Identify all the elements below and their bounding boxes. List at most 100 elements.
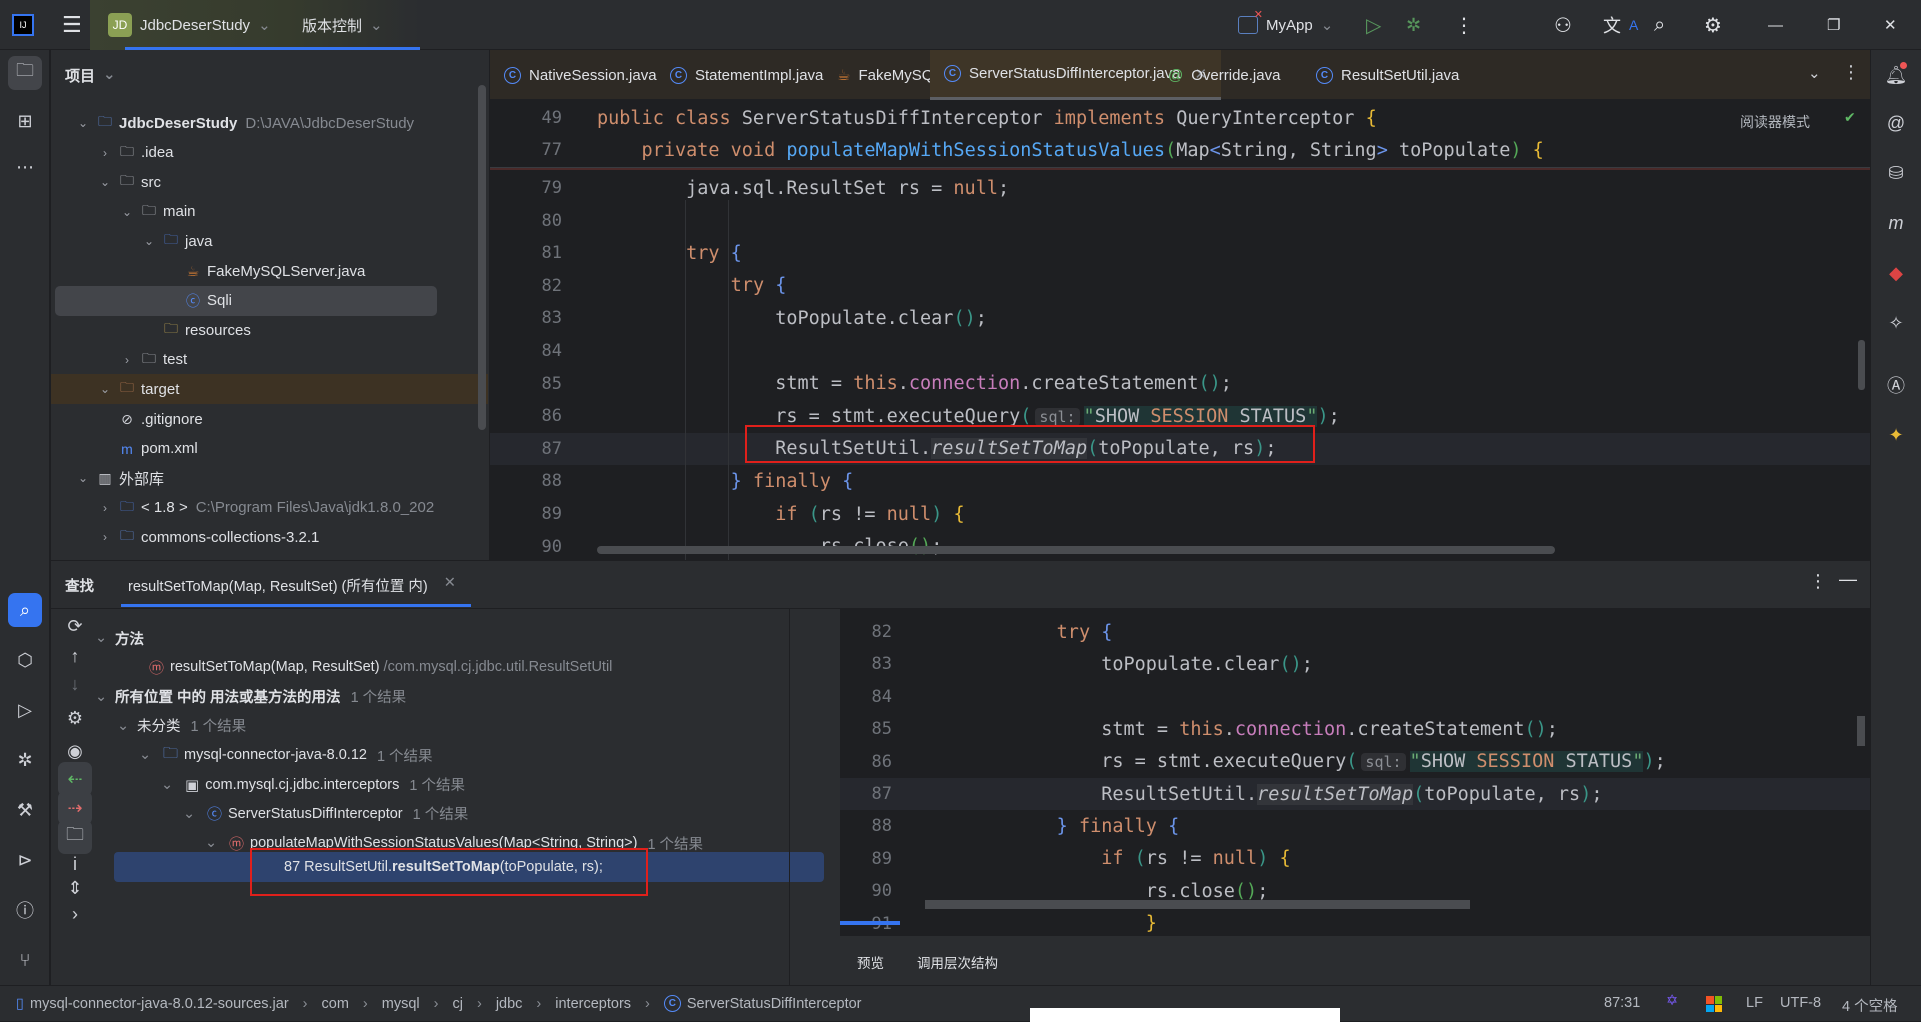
terminal-icon[interactable]: ⊳ — [8, 843, 42, 877]
find-tree-row[interactable]: ⌄ ⓒ ServerStatusDiffInterceptor 1 个结果 — [183, 799, 468, 829]
services-icon[interactable]: ⬡ — [8, 643, 42, 677]
next-occurrence-icon[interactable]: ↓ — [58, 667, 92, 701]
tab-override-java[interactable]: @ Override.java — [1154, 50, 1294, 100]
code-editor[interactable]: 49 public class ServerStatusDiffIntercept… — [490, 100, 1870, 560]
find-tab[interactable]: resultSetToMap(Map, ResultSet) (所有位置 内) ✕ — [128, 575, 456, 596]
line-separator[interactable]: LF — [1746, 995, 1763, 1011]
chevron-down-icon[interactable]: ⌄ — [205, 835, 225, 851]
run-icon[interactable]: ▷ — [1366, 0, 1381, 50]
vcs-menu[interactable]: 版本控制 ⌄ — [302, 0, 383, 50]
rerun-icon[interactable]: ⟳ — [58, 609, 92, 643]
chevron-down-icon[interactable]: ⌄ — [97, 175, 113, 189]
add-user-icon[interactable]: ⚇ — [1554, 0, 1572, 50]
find-tree-row[interactable]: ⓜ resultSetToMap(Map, ResultSet)/com.mysq… — [117, 652, 612, 682]
chevron-down-icon[interactable]: ⌄ — [117, 718, 137, 734]
minimize-icon[interactable]: — — [1768, 0, 1783, 50]
tab-more-icon[interactable]: ⋮ — [1842, 62, 1860, 83]
breadcrumb-item[interactable]: cj — [452, 996, 462, 1012]
line-number[interactable]: 89 — [840, 849, 892, 869]
preview-horizontal-scrollbar[interactable] — [925, 900, 1470, 909]
code-line[interactable]: 88} finally { — [840, 810, 1870, 842]
code-line[interactable]: 84 — [490, 335, 1870, 367]
line-number[interactable]: 49 — [490, 108, 562, 128]
plugin-bird-icon[interactable]: ◆ — [1879, 256, 1913, 290]
preview-vertical-scrollbar[interactable] — [1857, 716, 1865, 746]
chevron-down-icon[interactable]: ⌄ — [119, 205, 135, 219]
run-tool-icon[interactable]: ▷ — [8, 693, 42, 727]
debug-tool-icon[interactable]: ✲ — [8, 743, 42, 777]
chevron-right-icon[interactable]: › — [119, 353, 135, 367]
tree-item[interactable]: › 🗀 test — [51, 345, 481, 375]
chevron-right-icon[interactable]: › — [97, 501, 113, 515]
notifications-bell-icon[interactable]: 🔔︎ — [1879, 58, 1913, 92]
code-line[interactable]: 85 stmt = this.connection.createStatement… — [490, 368, 1870, 400]
indent-setting[interactable]: 4 个空格 — [1842, 995, 1898, 1016]
code-line[interactable]: 89 if (rs != null) { — [490, 498, 1870, 530]
maven-icon[interactable]: m — [1879, 206, 1913, 240]
tree-item[interactable]: ☕︎ FakeMySQLServer.java — [51, 256, 481, 286]
breadcrumb-item[interactable]: jdbc — [496, 996, 523, 1012]
line-number[interactable]: 84 — [840, 687, 892, 707]
tab-list-chevron-icon[interactable]: ⌄ — [1808, 64, 1821, 82]
plugin-status-icon[interactable]: ✡ — [1666, 993, 1678, 1009]
tab-nativesession-java[interactable]: C NativeSession.java — [490, 50, 671, 100]
code-line[interactable]: 87 ResultSetUtil.resultSetToMap(toPopulat… — [840, 778, 1870, 810]
translate-panel-icon[interactable]: Ⓐ — [1879, 368, 1913, 402]
line-number[interactable]: 86 — [490, 406, 562, 426]
editor-vertical-scrollbar[interactable] — [1858, 340, 1865, 390]
tree-item[interactable]: ⌄ 🗀 JdbcDeserStudy D:\JAVA\JdbcDeserStudy — [51, 108, 481, 138]
code-line[interactable]: 83 toPopulate.clear(); — [490, 302, 1870, 334]
line-number[interactable]: 85 — [490, 374, 562, 394]
restore-icon[interactable]: ❐ — [1827, 0, 1840, 50]
line-number[interactable]: 82 — [840, 622, 892, 642]
chevron-down-icon[interactable]: ⌄ — [183, 806, 203, 822]
line-number[interactable]: 82 — [490, 276, 562, 296]
code-line[interactable]: 77 private void populateMapWithSessionSta… — [490, 134, 1870, 166]
caret-position[interactable]: 87:31 — [1604, 995, 1640, 1011]
code-line[interactable]: 49 public class ServerStatusDiffIntercept… — [490, 102, 1870, 134]
line-number[interactable]: 90 — [840, 881, 892, 901]
structure-icon[interactable]: ⊞ — [8, 104, 42, 138]
line-number[interactable]: 84 — [490, 341, 562, 361]
line-number[interactable]: 88 — [490, 471, 562, 491]
git-branch-icon[interactable]: ⑂ — [8, 943, 42, 977]
plugin-pet-icon[interactable]: ✦ — [1879, 418, 1913, 452]
code-line[interactable]: 85 stmt = this.connection.createStatement… — [840, 713, 1870, 745]
close-tab-icon[interactable]: ✕ — [444, 575, 456, 596]
tree-item[interactable]: › 🗀 commons-collections-3.2.1 — [51, 522, 481, 552]
line-number[interactable]: 83 — [490, 308, 562, 328]
chevron-down-icon[interactable]: ⌄ — [95, 689, 115, 705]
tree-item[interactable]: ⌄ 🗀 java — [51, 226, 481, 256]
tree-item[interactable]: ⌄ 🗀 target — [51, 374, 488, 405]
debug-icon[interactable]: ✲ — [1406, 0, 1421, 50]
find-tree-row[interactable]: ⌄ ▣ com.mysql.cj.jdbc.interceptors 1 个结果 — [161, 770, 465, 800]
breadcrumb-item[interactable]: ▯ mysql-connector-java-8.0.12-sources.jar — [16, 996, 289, 1012]
settings-icon[interactable]: ⚙ — [1704, 0, 1722, 50]
more-tools-icon[interactable]: ⋯ — [8, 150, 42, 184]
chevron-down-icon[interactable]: ⌄ — [97, 382, 113, 396]
tree-item[interactable]: 🗀 resources — [51, 315, 481, 345]
code-line[interactable]: 84 — [840, 681, 1870, 713]
find-tree-row[interactable]: ⌄ 🗀 mysql-connector-java-8.0.12 1 个结果 — [139, 740, 433, 770]
search-icon[interactable]: ⌕ — [1654, 0, 1665, 50]
plugin-star-icon[interactable]: ✧ — [1879, 306, 1913, 340]
code-line[interactable]: 86 rs = stmt.executeQuery(sql: "SHOW SESSI… — [840, 746, 1870, 778]
tree-item[interactable]: ⌄ ▥ 外部库 — [51, 463, 481, 493]
tree-item[interactable]: ⓒ Sqli — [55, 285, 437, 316]
line-number[interactable]: 89 — [490, 504, 562, 524]
reader-mode-button[interactable]: 阅读器模式 — [1740, 112, 1810, 132]
sticky-lines[interactable]: 49 public class ServerStatusDiffIntercept… — [490, 102, 1870, 168]
usage-preview-editor[interactable]: 82 try {83 toPopulate.clear(); 84 85 stmt = t… — [840, 608, 1870, 936]
file-encoding[interactable]: UTF-8 — [1780, 995, 1821, 1011]
code-line[interactable]: 91} — [840, 908, 1870, 936]
code-line[interactable]: 82 try { — [490, 270, 1870, 302]
tab-resultsetutil-java[interactable]: C ResultSetUtil.java — [1302, 50, 1473, 100]
code-line[interactable]: 83 toPopulate.clear(); — [840, 648, 1870, 680]
more-icon[interactable]: ⋮ — [1454, 0, 1474, 50]
project-scrollbar[interactable] — [478, 85, 486, 430]
line-number[interactable]: 80 — [490, 211, 562, 231]
breadcrumb-item[interactable]: com — [322, 996, 349, 1012]
code-line[interactable]: 79 java.sql.ResultSet rs = null; — [490, 172, 1870, 204]
chevron-down-icon[interactable]: ⌄ — [75, 471, 91, 485]
close-icon[interactable]: ✕ — [1884, 0, 1897, 50]
